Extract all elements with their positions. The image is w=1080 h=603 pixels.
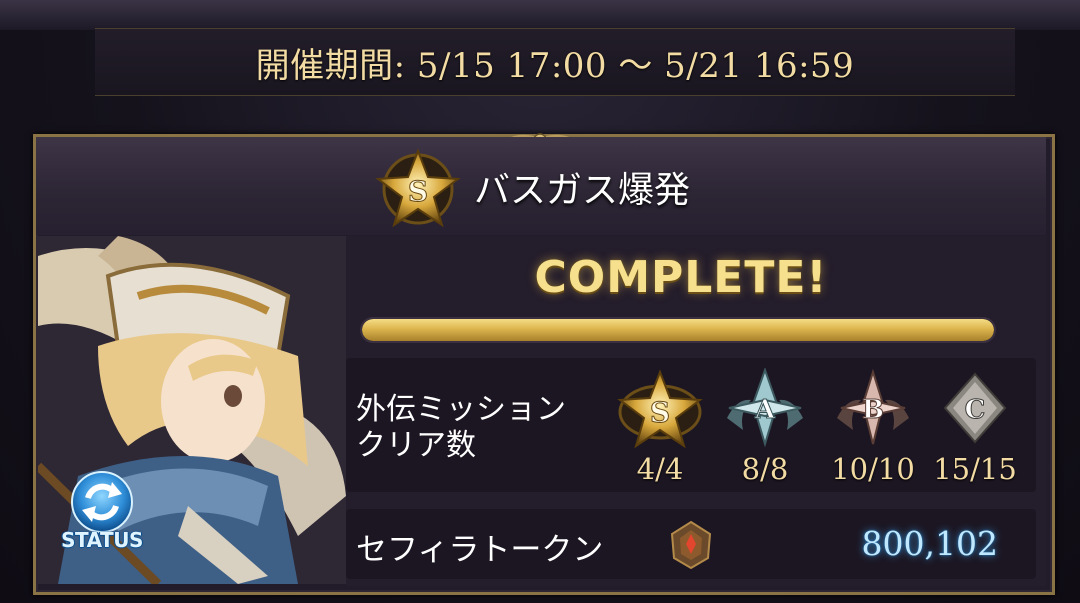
mission-label-line1: 外伝ミッション — [356, 392, 566, 427]
svg-text:S: S — [408, 175, 428, 208]
rank-a-count: 8/8 — [741, 452, 789, 486]
complete-banner: COMPLETE! — [534, 252, 828, 303]
quest-progress-bar — [360, 317, 996, 343]
bronze-rank-icon: B — [837, 368, 909, 445]
mission-label-line2: クリア数 — [356, 428, 476, 463]
rank-b-count: 10/10 — [831, 452, 915, 486]
silver-rank-icon: A — [727, 368, 803, 448]
quest-title: バスガス爆発 — [474, 170, 691, 211]
background-art — [0, 0, 1080, 30]
sephira-token-icon — [670, 520, 712, 570]
event-period-banner: 開催期間: 5/15 17:00 〜 5/21 16:59 — [95, 28, 1015, 96]
mission-clear-label: 外伝ミッション クリア数 — [356, 392, 606, 464]
event-period-text: 開催期間: 5/15 17:00 〜 5/21 16:59 — [255, 45, 855, 86]
mission-rank-b: B 10/10 — [818, 368, 928, 486]
s-rank-star-icon: S — [375, 148, 461, 227]
svg-text:B: B — [862, 395, 884, 425]
gold-star-rank-icon: S — [617, 369, 703, 448]
svg-text:S: S — [650, 396, 670, 429]
rank-c-count: 15/15 — [933, 452, 1017, 486]
svg-text:A: A — [754, 395, 776, 425]
status-button-label[interactable]: STATUS — [52, 528, 152, 552]
status-button[interactable] — [52, 468, 152, 568]
quest-progress-fill — [362, 319, 994, 341]
svg-text:C: C — [965, 395, 986, 425]
token-value: 800,102 — [861, 524, 998, 563]
quest-title-row: S バスガス爆発 — [372, 147, 690, 227]
stone-rank-icon: C — [943, 372, 1007, 444]
mission-rank-a: A 8/8 — [710, 368, 820, 486]
token-label: セフィラトークン — [356, 532, 604, 568]
rank-s-count: 4/4 — [636, 452, 684, 486]
mission-rank-c: C 15/15 — [920, 368, 1030, 486]
mission-rank-s: S 4/4 — [605, 368, 715, 486]
